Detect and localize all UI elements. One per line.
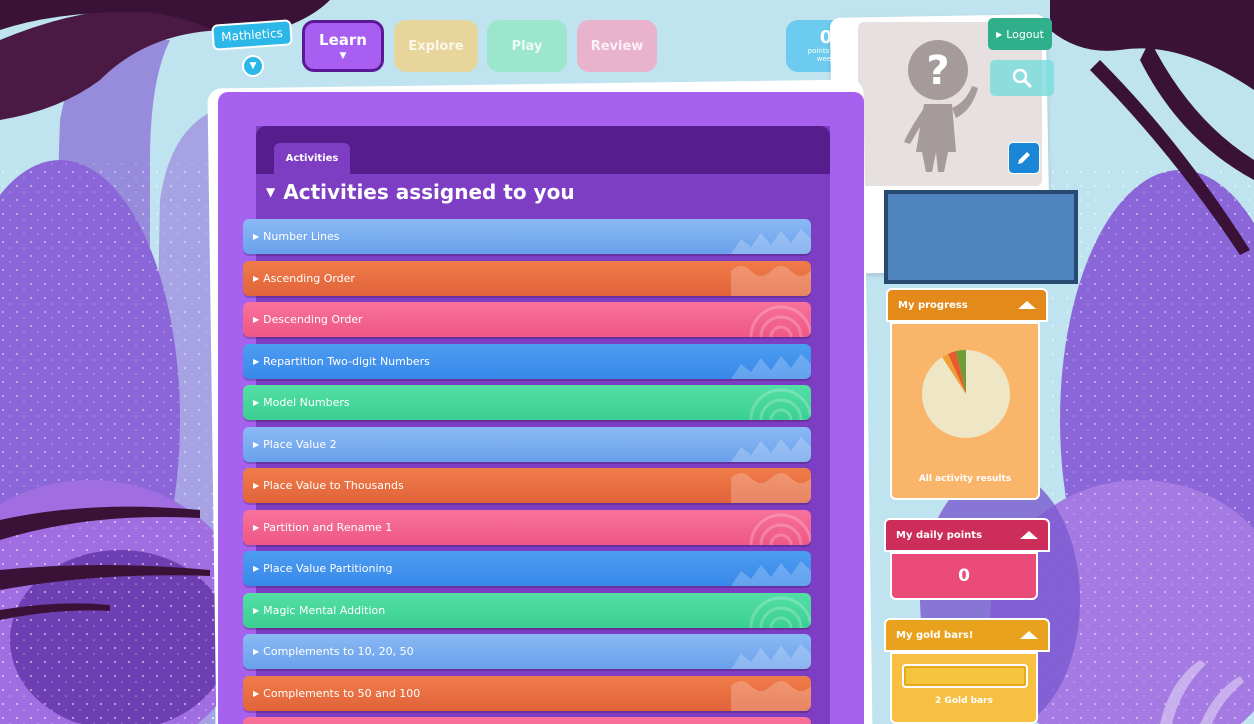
gold-bar-icon xyxy=(902,664,1028,688)
arrow-right-icon: ▶ xyxy=(996,29,1003,39)
svg-text:?: ? xyxy=(926,48,949,94)
decorative-pattern xyxy=(731,353,811,379)
caret-down-icon: ▼ xyxy=(339,51,347,61)
arrow-right-icon: ▶ xyxy=(253,439,260,449)
gold-bars-widget: 2 Gold bars xyxy=(890,652,1038,724)
tab-label: Explore xyxy=(408,38,464,54)
list-item[interactable] xyxy=(243,717,811,724)
search-icon xyxy=(1012,68,1032,88)
activity-label: Repartition Two-digit Numbers xyxy=(263,354,430,368)
list-item[interactable]: ▶ Number Lines xyxy=(243,219,811,254)
collapse-icon xyxy=(1018,301,1036,309)
gold-bars-caption: 2 Gold bars xyxy=(935,696,993,706)
brand-label: Mathletics xyxy=(220,25,284,45)
tab-review[interactable]: Review xyxy=(577,20,657,72)
edit-profile-button[interactable] xyxy=(1008,142,1040,174)
arrow-right-icon: ▶ xyxy=(253,232,260,241)
decorative-pattern xyxy=(731,265,811,296)
decorative-pattern xyxy=(731,644,811,669)
daily-points-widget-header[interactable]: My daily points xyxy=(884,518,1050,552)
tab-label: Activities xyxy=(285,153,339,164)
tab-learn[interactable]: Learn ▼ xyxy=(302,20,384,72)
arrow-right-icon: ▶ xyxy=(253,315,260,324)
daily-points-title: My daily points xyxy=(896,529,983,541)
arrow-right-icon: ▶ xyxy=(253,647,260,656)
list-item[interactable]: ▶ Repartition Two-digit Numbers xyxy=(243,343,811,379)
progress-title: My progress xyxy=(898,299,968,311)
activity-list: ▶ Number Lines ▶ Ascending Order ▶ Desce… xyxy=(243,219,811,724)
list-item[interactable]: ▶ Model Numbers xyxy=(243,385,811,420)
activity-label: Number Lines xyxy=(263,230,340,243)
decorative-pattern xyxy=(749,513,811,545)
arrow-right-icon: ▶ xyxy=(253,273,260,283)
decorative-pattern xyxy=(731,436,811,462)
tab-activities[interactable]: Activities xyxy=(274,143,350,174)
activity-label: Complements to 10, 20, 50 xyxy=(263,645,414,658)
decorative-pattern xyxy=(731,561,811,586)
section-title-label: Activities assigned to you xyxy=(283,180,575,204)
activity-label: Ascending Order xyxy=(263,271,355,285)
gold-bars-widget-header[interactable]: My gold bars! xyxy=(884,618,1050,652)
activity-label: Place Value to Thousands xyxy=(263,479,404,492)
arrow-right-icon: ▶ xyxy=(253,564,260,573)
arrow-right-icon: ▶ xyxy=(253,398,260,407)
decorative-pattern xyxy=(731,680,811,711)
progress-widget: All activity results xyxy=(890,322,1040,500)
tab-label: Play xyxy=(511,38,543,54)
pencil-icon xyxy=(1018,152,1030,164)
tab-label: Review xyxy=(590,38,644,54)
decorative-pattern xyxy=(731,229,811,254)
brand-button[interactable]: Mathletics xyxy=(211,19,293,51)
list-item[interactable]: ▶ Complements to 10, 20, 50 xyxy=(243,634,811,669)
tab-play[interactable]: Play xyxy=(487,20,567,72)
list-item[interactable]: ▶ Magic Mental Addition xyxy=(243,592,811,628)
decorative-pattern xyxy=(749,388,811,420)
brand-dropdown-button[interactable]: ▼ xyxy=(242,55,264,77)
activity-label: Complements to 50 and 100 xyxy=(263,686,421,700)
tab-label: Learn xyxy=(319,31,367,49)
daily-points-value: 0 xyxy=(958,566,970,586)
activity-label: Magic Mental Addition xyxy=(263,603,386,617)
decorative-pattern xyxy=(749,596,811,628)
activity-label: Place Value 2 xyxy=(263,437,337,451)
list-item[interactable]: ▶ Place Value to Thousands xyxy=(243,468,811,503)
arrow-right-icon: ▶ xyxy=(253,356,260,366)
collapse-icon xyxy=(1020,631,1038,639)
section-title[interactable]: ▼ Activities assigned to you xyxy=(266,180,575,204)
logout-button[interactable]: ▶ Logout xyxy=(988,18,1052,50)
decorative-pattern xyxy=(749,305,811,337)
tab-explore[interactable]: Explore xyxy=(394,20,478,72)
arrow-right-icon: ▶ xyxy=(253,481,260,490)
list-item[interactable]: ▶ Place Value Partitioning xyxy=(243,551,811,586)
progress-caption: All activity results xyxy=(918,474,1012,484)
collapse-icon xyxy=(1020,531,1038,539)
list-item[interactable]: ▶ Complements to 50 and 100 xyxy=(243,675,811,711)
progress-pie-chart xyxy=(922,349,1010,438)
logout-label: Logout xyxy=(1006,27,1044,41)
student-name-box xyxy=(884,190,1078,284)
activity-label: Partition and Rename 1 xyxy=(263,520,393,534)
list-item[interactable]: ▶ Partition and Rename 1 xyxy=(243,509,811,545)
list-item[interactable]: ▶ Descending Order xyxy=(243,302,811,337)
gold-bars-title: My gold bars! xyxy=(896,629,974,641)
activity-label: Descending Order xyxy=(263,313,363,326)
progress-widget-header[interactable]: My progress xyxy=(886,288,1048,322)
caret-down-icon: ▼ xyxy=(266,185,276,199)
chevron-down-icon: ▼ xyxy=(249,61,257,71)
list-item[interactable]: ▶ Ascending Order xyxy=(243,260,811,296)
decorative-pattern xyxy=(731,473,811,503)
arrow-right-icon: ▶ xyxy=(253,605,260,615)
activity-label: Model Numbers xyxy=(263,396,350,409)
search-button[interactable] xyxy=(990,60,1054,96)
daily-points-widget: 0 xyxy=(890,552,1038,600)
arrow-right-icon: ▶ xyxy=(253,522,260,532)
activity-label: Place Value Partitioning xyxy=(263,562,393,575)
list-item[interactable]: ▶ Place Value 2 xyxy=(243,426,811,462)
arrow-right-icon: ▶ xyxy=(253,688,260,698)
